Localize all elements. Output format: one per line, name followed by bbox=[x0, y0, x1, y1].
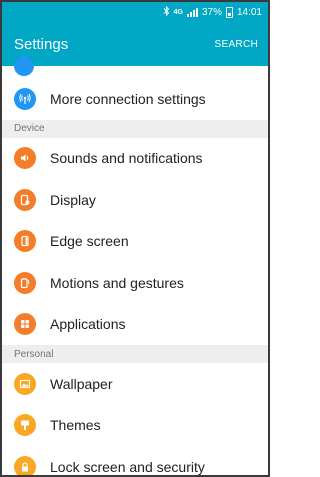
speaker-icon bbox=[14, 147, 36, 170]
page-title: Settings bbox=[14, 35, 69, 53]
section-header-personal: Personal bbox=[2, 345, 268, 363]
partial-item-icon bbox=[14, 56, 34, 76]
status-bar: 4G 37% 14:01 bbox=[2, 2, 268, 22]
list-item-label: Sounds and notifications bbox=[50, 150, 203, 167]
list-item-label: Edge screen bbox=[50, 233, 129, 250]
app-bar: Settings SEARCH bbox=[2, 22, 268, 66]
battery-percent: 37% bbox=[201, 6, 222, 18]
signal-strength-icon bbox=[186, 7, 198, 17]
battery-icon bbox=[225, 6, 233, 18]
list-item-lock-screen-and-security[interactable]: Lock screen and security bbox=[2, 446, 268, 475]
motion-icon bbox=[14, 271, 36, 294]
bluetooth-icon bbox=[163, 5, 170, 18]
section-header-device: Device bbox=[2, 119, 268, 138]
brush-icon bbox=[14, 414, 36, 437]
list-item-edge-screen[interactable]: Edge screen bbox=[2, 220, 268, 262]
list-item-motions-and-gestures[interactable]: Motions and gestures bbox=[2, 262, 268, 304]
edge-screen-icon bbox=[14, 230, 36, 253]
list-item-applications[interactable]: Applications bbox=[2, 303, 268, 345]
list-item-display[interactable]: Display bbox=[2, 179, 268, 221]
partial-list-item[interactable] bbox=[2, 56, 268, 78]
phone-frame: 4G 37% 14:01 Settings SEARCH More connec… bbox=[0, 0, 270, 477]
network-type-label: 4G bbox=[173, 8, 183, 16]
list-item-label: More connection settings bbox=[50, 90, 206, 107]
list-item-label: Themes bbox=[50, 417, 101, 434]
list-item-label: Lock screen and security bbox=[50, 458, 205, 475]
signal-broadcast-icon bbox=[14, 87, 36, 110]
list-item-label: Motions and gestures bbox=[50, 274, 184, 291]
display-icon bbox=[14, 188, 36, 211]
list-item-more-connection-settings[interactable]: More connection settings bbox=[2, 78, 268, 120]
image-icon bbox=[14, 372, 36, 395]
list-item-label: Display bbox=[50, 191, 96, 208]
list-item-label: Wallpaper bbox=[50, 375, 113, 392]
list-item-themes[interactable]: Themes bbox=[2, 404, 268, 446]
list-item-wallpaper[interactable]: Wallpaper bbox=[2, 363, 268, 405]
apps-grid-icon bbox=[14, 313, 36, 336]
list-item-sounds-and-notifications[interactable]: Sounds and notifications bbox=[2, 137, 268, 179]
clock: 14:01 bbox=[236, 6, 262, 18]
search-button[interactable]: SEARCH bbox=[215, 39, 258, 50]
list-item-label: Applications bbox=[50, 316, 126, 333]
lock-icon bbox=[14, 455, 36, 475]
settings-list[interactable]: More connection settings Device Sounds a… bbox=[2, 56, 268, 475]
